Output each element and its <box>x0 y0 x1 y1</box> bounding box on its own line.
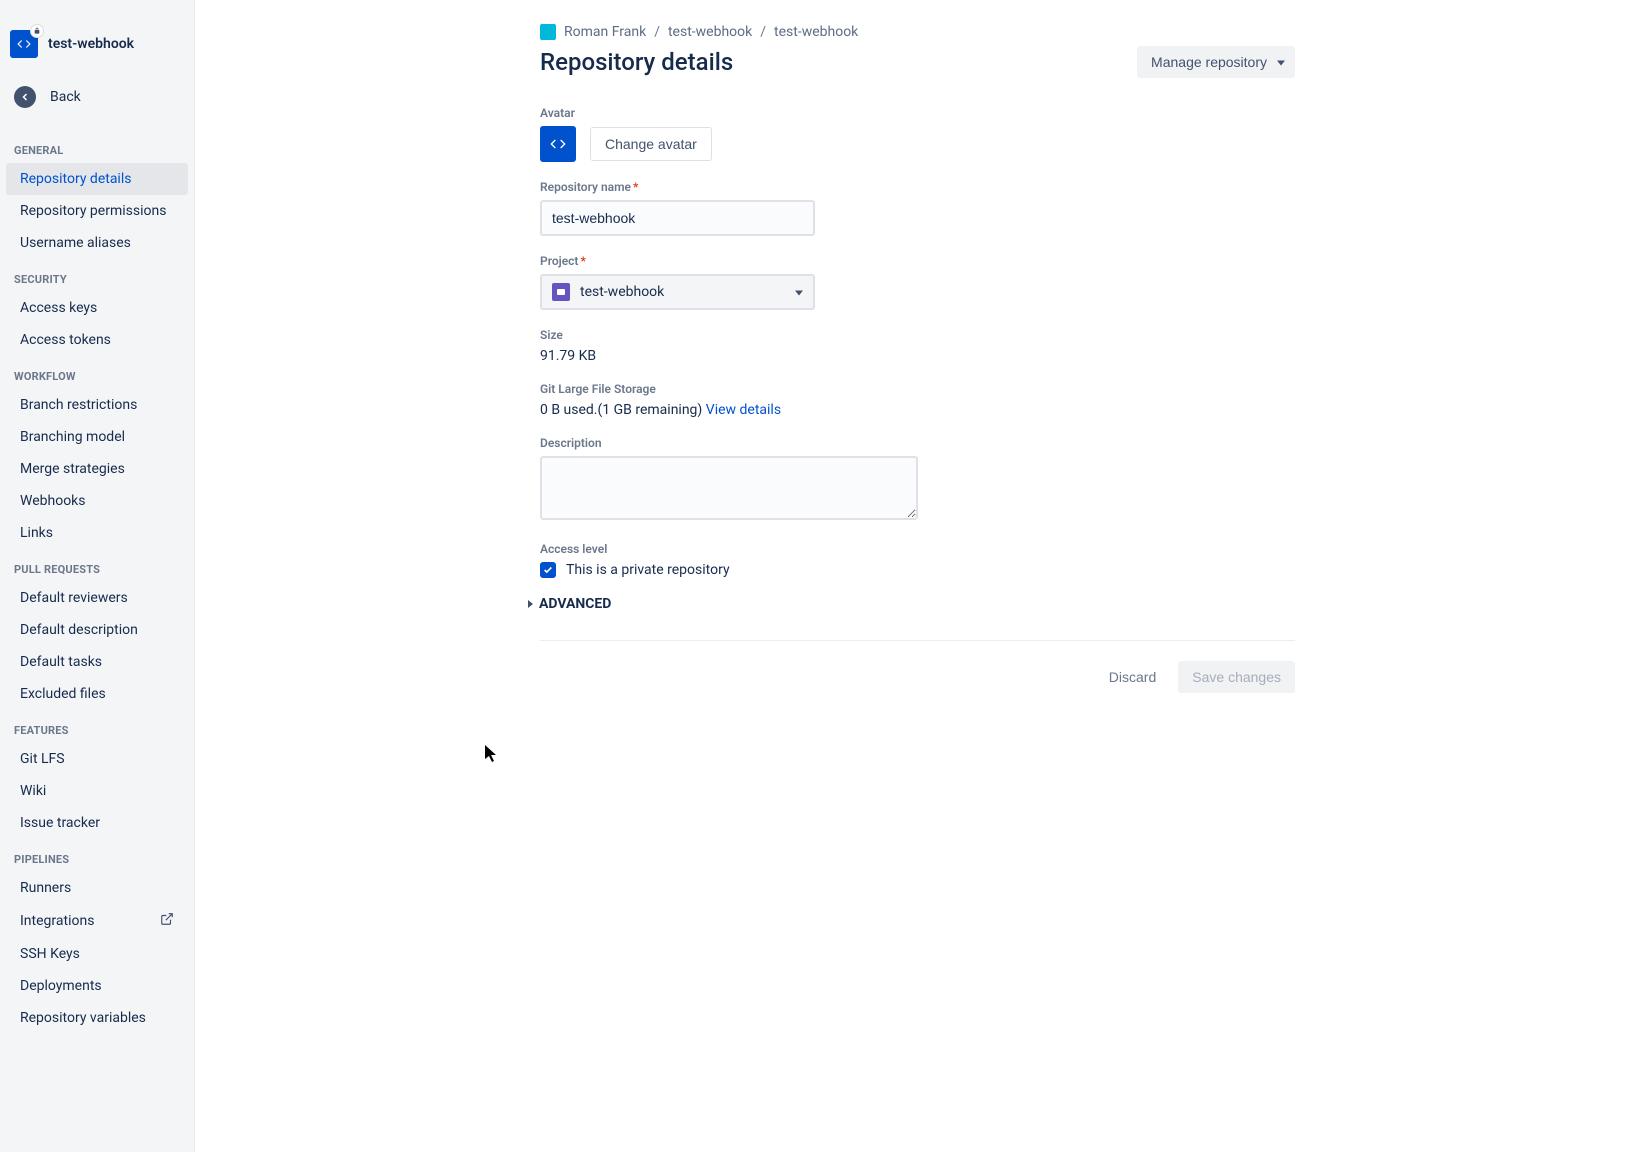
nav-branching-model[interactable]: Branching model <box>6 421 188 453</box>
project-selected-value: test-webhook <box>580 284 664 300</box>
settings-sidebar: test-webhook Back GENERAL Repository det… <box>0 0 195 1152</box>
nav-username-aliases[interactable]: Username aliases <box>6 227 188 259</box>
nav-webhooks[interactable]: Webhooks <box>6 485 188 517</box>
breadcrumb-separator: / <box>760 24 766 40</box>
main-content: Roman Frank / test-webhook / test-webhoo… <box>195 0 1625 1152</box>
back-button[interactable]: Back <box>0 76 194 130</box>
lfs-view-details-link[interactable]: View details <box>706 402 781 418</box>
nav-merge-strategies[interactable]: Merge strategies <box>6 453 188 485</box>
advanced-toggle[interactable]: ADVANCED <box>528 596 1295 612</box>
project-select[interactable]: test-webhook <box>540 274 815 310</box>
change-avatar-button[interactable]: Change avatar <box>590 127 712 161</box>
nav-section-pipelines: PIPELINES <box>0 839 194 872</box>
nav-links[interactable]: Links <box>6 517 188 549</box>
project-label: Project* <box>540 254 1295 268</box>
nav-default-reviewers[interactable]: Default reviewers <box>6 582 188 614</box>
nav-ssh-keys[interactable]: SSH Keys <box>6 938 188 970</box>
nav-git-lfs[interactable]: Git LFS <box>6 743 188 775</box>
lfs-value: 0 B used.(1 GB remaining) View details <box>540 402 1295 418</box>
checkmark-icon <box>543 565 553 575</box>
repo-name-label: Repository name* <box>540 180 1295 194</box>
save-changes-button[interactable]: Save changes <box>1178 661 1295 693</box>
nav-wiki[interactable]: Wiki <box>6 775 188 807</box>
chevron-down-icon <box>795 291 803 296</box>
form-footer: Discard Save changes <box>540 661 1295 693</box>
nav-repository-variables[interactable]: Repository variables <box>6 1002 188 1034</box>
arrow-left-icon <box>14 86 36 108</box>
nav-section-pull-requests: PULL REQUESTS <box>0 549 194 582</box>
size-value: 91.79 KB <box>540 348 1295 364</box>
divider <box>540 640 1295 641</box>
nav-access-keys[interactable]: Access keys <box>6 292 188 324</box>
breadcrumb-repo[interactable]: test-webhook <box>774 24 858 40</box>
chevron-right-icon <box>528 600 533 608</box>
page-title: Repository details <box>540 48 733 76</box>
nav-section-security: SECURITY <box>0 259 194 292</box>
nav-repository-details[interactable]: Repository details <box>6 163 188 195</box>
nav-deployments[interactable]: Deployments <box>6 970 188 1002</box>
nav-runners[interactable]: Runners <box>6 872 188 904</box>
repo-name-input[interactable] <box>540 200 815 236</box>
access-level-label: Access level <box>540 542 1295 556</box>
external-link-icon <box>160 912 174 930</box>
repo-avatar <box>10 30 38 58</box>
nav-default-description[interactable]: Default description <box>6 614 188 646</box>
repo-title: test-webhook <box>48 36 134 52</box>
manage-repository-dropdown[interactable]: Manage repository <box>1137 46 1295 78</box>
lfs-label: Git Large File Storage <box>540 382 1295 396</box>
nav-section-general: GENERAL <box>0 130 194 163</box>
repo-avatar-preview <box>540 126 576 162</box>
discard-button[interactable]: Discard <box>1095 661 1170 693</box>
required-indicator: * <box>633 180 638 194</box>
project-badge-icon <box>552 283 570 301</box>
nav-issue-tracker[interactable]: Issue tracker <box>6 807 188 839</box>
avatar-label: Avatar <box>540 106 1295 120</box>
workspace-icon <box>540 24 556 40</box>
repo-header: test-webhook <box>0 0 194 76</box>
lock-icon <box>30 24 44 38</box>
breadcrumb: Roman Frank / test-webhook / test-webhoo… <box>540 24 1295 40</box>
size-label: Size <box>540 328 1295 342</box>
nav-access-tokens[interactable]: Access tokens <box>6 324 188 356</box>
nav-default-tasks[interactable]: Default tasks <box>6 646 188 678</box>
breadcrumb-owner[interactable]: Roman Frank <box>564 24 646 40</box>
code-icon <box>550 136 566 152</box>
nav-excluded-files[interactable]: Excluded files <box>6 678 188 710</box>
nav-integrations[interactable]: Integrations <box>6 904 188 938</box>
nav-branch-restrictions[interactable]: Branch restrictions <box>6 389 188 421</box>
nav-section-features: FEATURES <box>0 710 194 743</box>
nav-repository-permissions[interactable]: Repository permissions <box>6 195 188 227</box>
breadcrumb-separator: / <box>654 24 660 40</box>
private-repo-label: This is a private repository <box>566 562 730 578</box>
back-label: Back <box>50 89 81 105</box>
nav-section-workflow: WORKFLOW <box>0 356 194 389</box>
breadcrumb-project[interactable]: test-webhook <box>668 24 752 40</box>
private-repo-checkbox[interactable] <box>540 562 556 578</box>
description-textarea[interactable] <box>540 456 918 520</box>
required-indicator: * <box>580 254 585 268</box>
description-label: Description <box>540 436 1295 450</box>
